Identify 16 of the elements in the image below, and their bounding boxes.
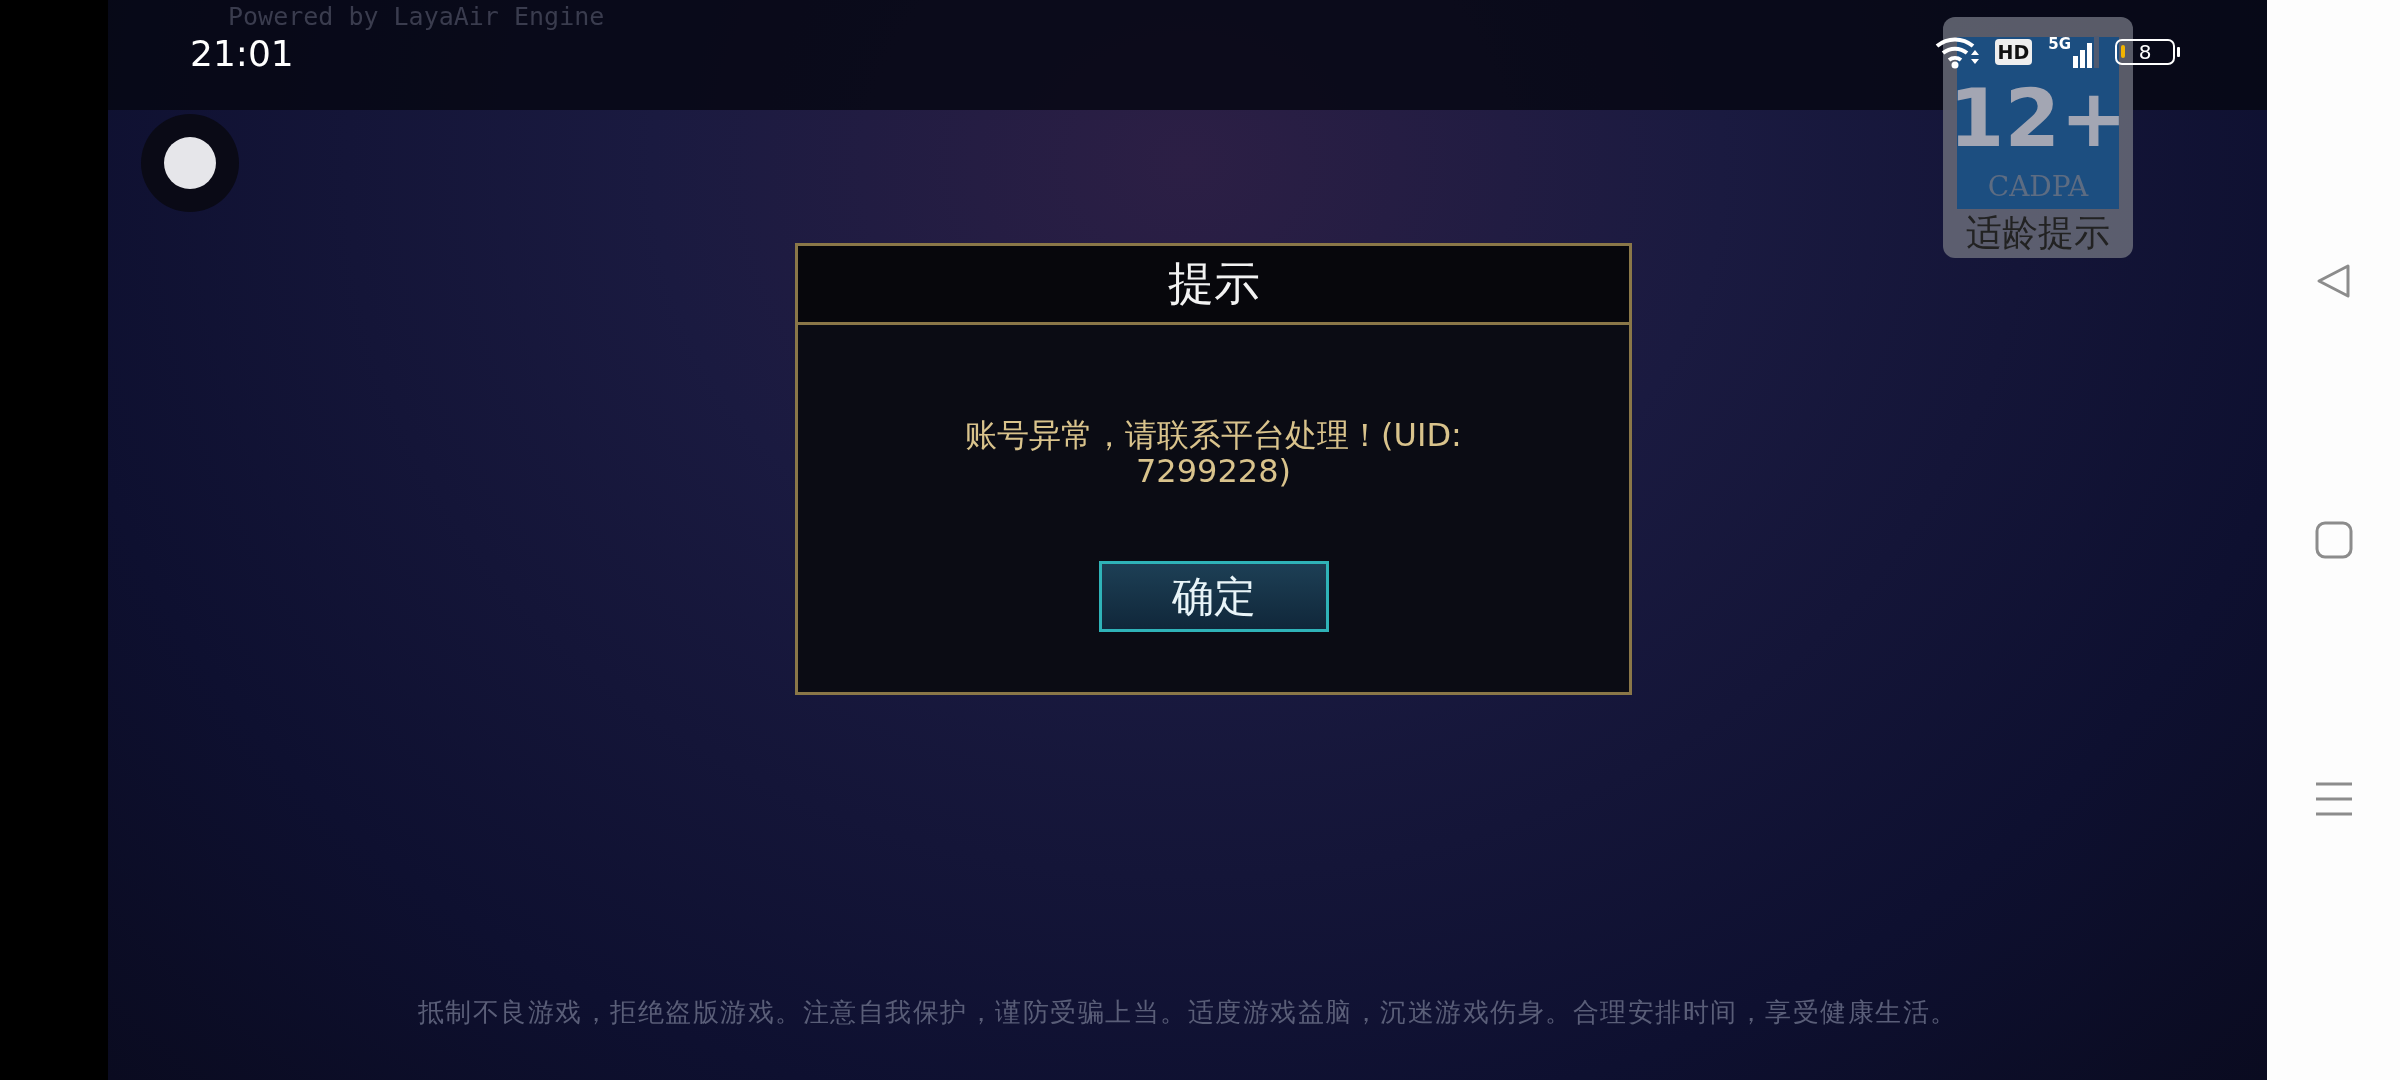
status-time: 21:01 <box>190 32 294 76</box>
health-notice: 抵制不良游戏，拒绝盗版游戏。注意自我保护，谨防受骗上当。适度游戏益脑，沉迷游戏伤身。合理安排时间，享受健康生活。 <box>417 996 1958 1029</box>
dialog-message: 账号异常，请联系平台处理！(UID: 7299228) <box>964 417 1463 489</box>
hd-badge: HD <box>1994 39 2033 65</box>
dialog-title: 提示 <box>1167 255 1260 312</box>
rating-label: 适龄提示 <box>1966 211 2110 255</box>
signal-icon <box>2073 36 2099 68</box>
rating-org: CADPA <box>1987 170 2089 203</box>
back-icon[interactable] <box>2314 262 2353 300</box>
wifi-icon <box>1934 35 1979 69</box>
menu-icon[interactable] <box>2314 780 2353 818</box>
confirm-button[interactable]: 确定 <box>1098 561 1329 632</box>
home-icon[interactable] <box>2314 521 2353 559</box>
network-type: 5G <box>2048 36 2071 52</box>
age-rating: 12+ <box>1948 71 2128 167</box>
battery-level: 8 <box>2138 42 2152 62</box>
